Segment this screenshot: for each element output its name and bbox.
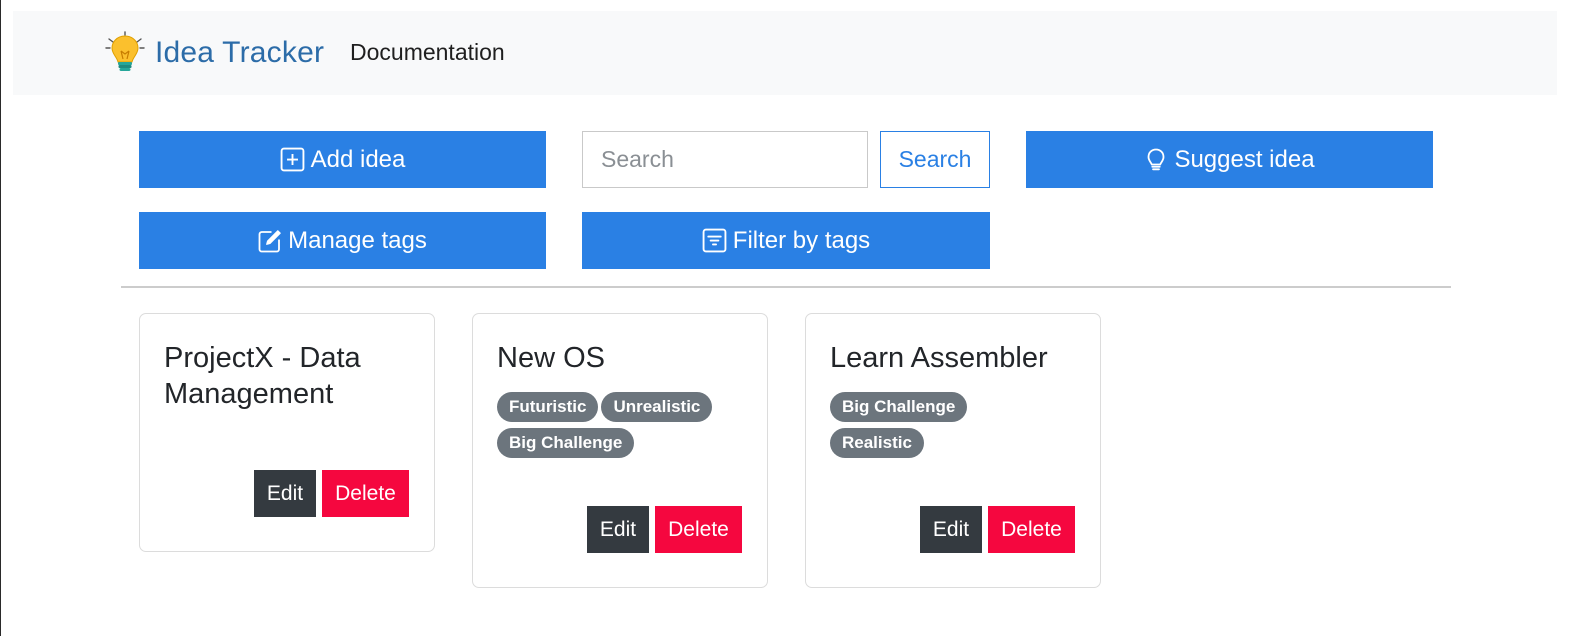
idea-title: New OS: [497, 342, 605, 374]
edit-button[interactable]: Edit: [254, 470, 316, 517]
tag-badge: Unrealistic: [601, 392, 713, 422]
suggest-idea-label: Suggest idea: [1174, 145, 1315, 173]
plus-square-icon: [280, 147, 304, 172]
navbar: Idea Tracker Documentation: [13, 11, 1557, 95]
filter-by-tags-button[interactable]: Filter by tags: [582, 212, 990, 269]
divider: [121, 286, 1451, 288]
idea-title: Learn Assembler: [830, 342, 1048, 374]
tag-badge: Futuristic: [497, 392, 599, 422]
brand-title: Idea Tracker: [155, 36, 325, 69]
tag-badge: Realistic: [830, 428, 924, 458]
tag-list: Futuristic Unrealistic Big Challenge: [497, 392, 747, 464]
idea-card: New OS Futuristic Unrealistic Big Challeng…: [472, 313, 768, 588]
edit-button[interactable]: Edit: [920, 506, 982, 553]
manage-tags-button[interactable]: Manage tags: [139, 212, 546, 269]
search-input[interactable]: [582, 131, 868, 188]
delete-button[interactable]: Delete: [988, 506, 1075, 553]
idea-actions: Edit Delete: [587, 506, 742, 553]
tag-badge: Big Challenge: [497, 428, 635, 458]
filter-by-tags-label: Filter by tags: [732, 226, 871, 254]
nav-link-documentation[interactable]: Documentation: [350, 39, 505, 66]
idea-title: ProjectX - Data Management: [164, 342, 361, 410]
suggest-idea-button[interactable]: Suggest idea: [1026, 131, 1433, 188]
brand-link[interactable]: Idea Tracker: [103, 31, 324, 75]
idea-card: Learn Assembler Big Challenge Realistic E…: [805, 313, 1101, 588]
delete-button[interactable]: Delete: [655, 506, 742, 553]
add-idea-button[interactable]: Add idea: [139, 131, 546, 188]
idea-actions: Edit Delete: [254, 470, 409, 517]
filter-icon: [702, 228, 727, 253]
idea-actions: Edit Delete: [920, 506, 1075, 553]
tag-badge: Big Challenge: [830, 392, 968, 422]
pencil-square-icon: [258, 229, 281, 252]
lightbulb-outline-icon: [1148, 148, 1165, 170]
add-idea-label: Add idea: [310, 145, 406, 173]
manage-tags-label: Manage tags: [288, 226, 427, 254]
search-button[interactable]: Search: [880, 131, 990, 188]
edit-button[interactable]: Edit: [587, 506, 649, 553]
lightbulb-icon: [103, 31, 147, 75]
tag-list: Big Challenge Realistic: [830, 392, 980, 464]
delete-button[interactable]: Delete: [322, 470, 409, 517]
idea-card: ProjectX - Data Management Edit Delete: [139, 313, 435, 552]
